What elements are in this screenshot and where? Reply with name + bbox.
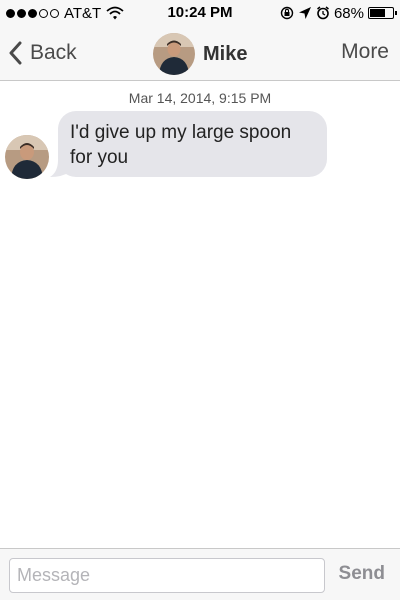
battery-icon <box>368 7 397 19</box>
message-composer: Send <box>0 548 400 600</box>
status-right: 68% <box>280 4 397 22</box>
send-button[interactable]: Send <box>339 563 385 585</box>
contact-name: Mike <box>203 42 248 65</box>
message-text: I'd give up my large spoon for you <box>70 122 292 168</box>
avatar-photo <box>153 33 195 75</box>
back-label: Back <box>30 41 77 64</box>
contact-avatar[interactable] <box>153 33 195 75</box>
chevron-left-icon <box>9 41 22 65</box>
avatar-photo <box>5 135 49 179</box>
location-icon <box>298 7 311 19</box>
back-button[interactable]: Back <box>8 38 77 68</box>
battery-level <box>370 9 385 17</box>
more-button[interactable]: More <box>341 40 389 64</box>
message-input[interactable] <box>9 558 325 593</box>
message-timestamp: Mar 14, 2014, 9:15 PM <box>128 90 272 106</box>
battery-percent: 68% <box>333 4 364 22</box>
sender-avatar[interactable] <box>5 135 49 179</box>
nav-bar: Back Mike More <box>0 26 400 81</box>
incoming-message-bubble[interactable]: I'd give up my large spoon for you <box>58 111 327 177</box>
alarm-icon <box>317 6 329 20</box>
rotation-lock-icon <box>280 6 294 20</box>
contact-header[interactable]: Mike <box>153 33 247 75</box>
status-bar: AT&T 10:24 PM 68% <box>0 0 400 26</box>
